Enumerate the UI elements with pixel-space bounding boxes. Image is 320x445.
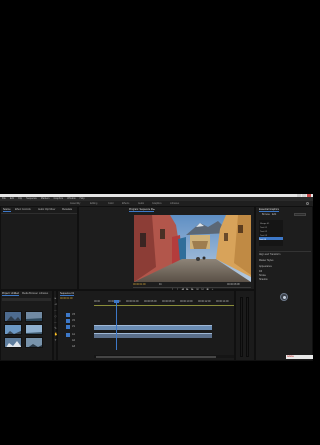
- clip-thumbnail[interactable]: [25, 337, 43, 348]
- video-clip[interactable]: [94, 325, 212, 330]
- section-align-transform: Align and Transform: [259, 253, 281, 256]
- ruler-tick: 00:00:08:00: [162, 300, 175, 303]
- tab-libraries[interactable]: Libraries: [39, 292, 48, 295]
- clip-thumbnail[interactable]: [4, 324, 22, 335]
- essential-graphics-panel: Essential Graphics Browse Edit Shape 01 …: [255, 206, 313, 361]
- search-input[interactable]: [2, 298, 51, 301]
- adobe-badge: Adobe: [286, 355, 313, 359]
- layers-list: Shape 01 Text 01 Text 02 Text 03 Text 04: [259, 220, 283, 246]
- scroll-thumb[interactable]: [96, 355, 216, 358]
- timeline-tab[interactable]: Sequence 01: [60, 292, 75, 296]
- track-headers: V3 V2 V1 A1 A2 A3: [60, 313, 92, 349]
- vu-meter-left: [240, 297, 243, 357]
- work-area-bar[interactable]: [94, 305, 234, 306]
- stroke-label: Stroke: [259, 274, 266, 277]
- ruler-tick: 00:00:04:00: [126, 300, 139, 303]
- peaks-thumbnail: [5, 338, 21, 347]
- tab-browse[interactable]: Browse: [262, 213, 270, 216]
- coast-thumbnail: [26, 325, 42, 334]
- ruler-tick: 00:00: [94, 300, 100, 303]
- ruler-tick: 00:00:06:00: [144, 300, 157, 303]
- audio-clip[interactable]: [94, 333, 212, 338]
- chevron-down-icon[interactable]: [153, 209, 155, 210]
- list-item-selected[interactable]: Text 04: [259, 237, 283, 241]
- lake-thumbnail: [26, 312, 42, 321]
- clip-thumbnail[interactable]: [4, 311, 22, 322]
- track-label-v2: V2: [72, 319, 75, 322]
- project-panel: Project: Untitled Media Browser Librarie…: [0, 290, 53, 361]
- essential-graphics-title[interactable]: Essential Graphics: [259, 208, 279, 212]
- program-duration: 00:00:08:08: [227, 283, 240, 286]
- program-timecode[interactable]: 00:00:01:00: [133, 283, 146, 286]
- clip-thumbnail[interactable]: [25, 324, 43, 335]
- vu-meter-right: [246, 297, 249, 357]
- panel-divider: [1, 213, 77, 214]
- tab-project[interactable]: Project: Untitled: [2, 292, 19, 296]
- ruler-tick: 00:00:12:00: [198, 300, 211, 303]
- section-divider: [259, 251, 311, 252]
- street-scene-image: [134, 215, 251, 282]
- playhead-handle[interactable]: [114, 300, 119, 303]
- tab-metadata[interactable]: Metadata: [62, 208, 72, 211]
- program-monitor: Program: Sequence 01 00:00:01:00 Fit 00:…: [78, 206, 255, 291]
- shadow-label: Shadow: [259, 278, 268, 281]
- edit-mode-field[interactable]: [294, 213, 306, 216]
- track-label-a2: A2: [72, 339, 75, 342]
- section-appearance: Appearance: [259, 265, 272, 268]
- track-label-a1: A1: [72, 333, 75, 336]
- list-item[interactable]: Text 01: [260, 225, 308, 229]
- valley-thumbnail: [26, 338, 42, 347]
- tab-edit[interactable]: Edit: [272, 213, 276, 216]
- fit-dropdown[interactable]: Fit: [159, 283, 162, 286]
- mountain-thumbnail: [5, 312, 21, 321]
- list-item[interactable]: Shape 01: [260, 221, 308, 225]
- search-icon[interactable]: [306, 202, 309, 205]
- track-target-v2[interactable]: [66, 319, 70, 323]
- track-target-a1[interactable]: [66, 333, 70, 337]
- section-master-styles: Master Styles: [259, 259, 274, 262]
- playhead[interactable]: [116, 300, 117, 350]
- source-panel: Source Effect Controls Audio Clip Mixer …: [0, 206, 78, 290]
- ruler-tick: 00:00:14:00: [216, 300, 229, 303]
- tab-media-browser[interactable]: Media Browser: [22, 292, 38, 295]
- clip-thumbnail[interactable]: [4, 337, 22, 348]
- program-video-frame: [134, 215, 251, 282]
- tab-source[interactable]: Source: [3, 208, 11, 212]
- program-monitor-title[interactable]: Program: Sequence 01: [129, 208, 154, 212]
- track-label-v1: V1: [72, 325, 75, 328]
- track-label-v3: V3: [72, 313, 75, 316]
- premiere-window: File Edit Clip Sequence Markers Graphics…: [0, 194, 313, 361]
- record-dot-icon: [282, 295, 286, 299]
- ruler-tick: 00:00:10:00: [180, 300, 193, 303]
- sky-thumbnail: [5, 325, 21, 334]
- list-item[interactable]: Text 03: [260, 233, 308, 237]
- timeline-panel: Sequence 01 00:00:01:00 00:00 00:00:02:0…: [57, 290, 235, 361]
- tab-audio-clip-mixer[interactable]: Audio Clip Mixer: [38, 208, 55, 211]
- horizontal-scrollbar[interactable]: [94, 355, 234, 358]
- tab-effect-controls[interactable]: Effect Controls: [15, 208, 31, 211]
- list-item[interactable]: Text 02: [260, 229, 308, 233]
- audio-meters: [235, 290, 255, 361]
- timeline-timecode[interactable]: 00:00:01:00: [60, 297, 73, 300]
- track-label-a3: A3: [72, 345, 75, 348]
- clip-thumbnail[interactable]: [25, 311, 43, 322]
- track-target-v1[interactable]: [66, 325, 70, 329]
- fill-label: Fill: [259, 270, 263, 273]
- track-target-v3[interactable]: [66, 313, 70, 317]
